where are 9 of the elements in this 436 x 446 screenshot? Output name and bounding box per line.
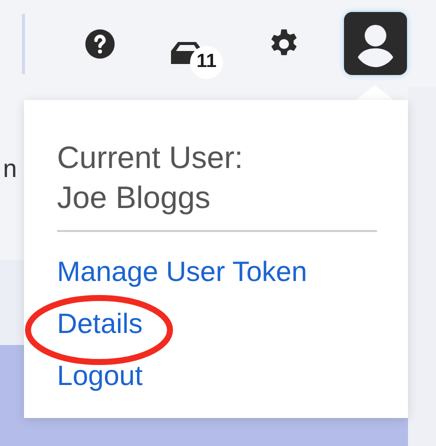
menu-link[interactable]: Logout [57,350,143,402]
notification-badge: 11 [190,46,223,78]
page-text: n [3,155,17,183]
user-name: Joe Bloggs [57,179,212,217]
menu-link[interactable]: Manage User Token [57,246,308,298]
current-user-label: Current User: [57,139,244,177]
user-menu-button[interactable] [344,12,407,75]
inbox-button[interactable]: 11 [160,18,224,78]
help-icon [84,28,116,60]
